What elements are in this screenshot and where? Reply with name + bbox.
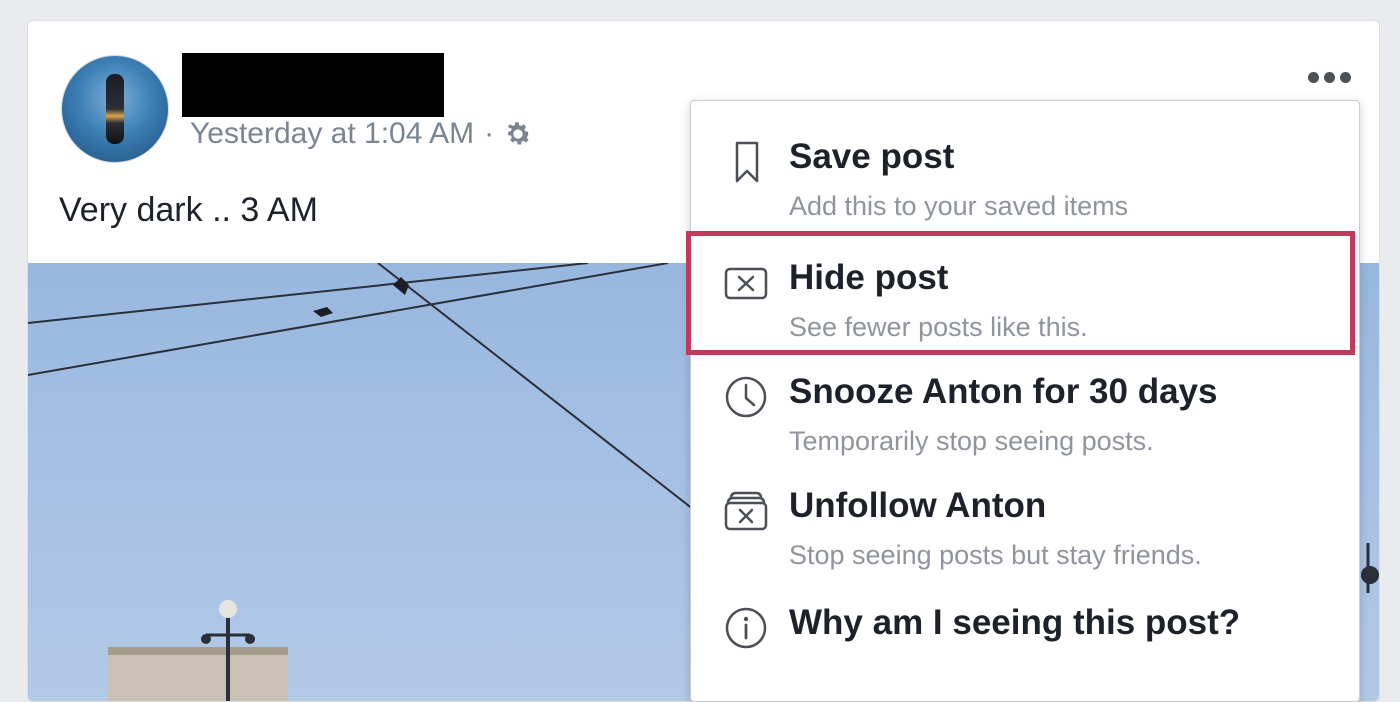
post-meta: Yesterday at 1:04 AM ·	[190, 117, 534, 151]
meta-separator: ·	[484, 117, 495, 150]
menu-item-subtitle: Add this to your saved items	[789, 191, 1129, 221]
avatar[interactable]	[61, 55, 169, 163]
menu-item-why-seeing[interactable]: Why am I seeing this post?	[691, 567, 1359, 677]
avatar-photo	[106, 74, 124, 144]
author-name-redacted	[182, 53, 444, 117]
more-dot-icon	[1323, 71, 1335, 83]
more-dot-icon	[1339, 71, 1351, 83]
clock-icon	[723, 374, 769, 420]
menu-item-title: Unfollow Anton	[789, 486, 1047, 525]
menu-item-unfollow[interactable]: Unfollow Anton Stop seeing posts but sta…	[691, 450, 1359, 570]
menu-item-save-post[interactable]: Save post Add this to your saved items	[691, 101, 1359, 221]
hide-box-icon	[723, 260, 769, 306]
info-icon	[723, 605, 769, 651]
menu-item-title: Snooze Anton for 30 days	[789, 372, 1218, 411]
menu-item-snooze[interactable]: Snooze Anton for 30 days Temporarily sto…	[691, 336, 1359, 456]
menu-item-hide-post[interactable]: Hide post See fewer posts like this.	[691, 222, 1359, 342]
post-options-menu: Save post Add this to your saved items H…	[690, 100, 1360, 702]
post-timestamp[interactable]: Yesterday at 1:04 AM	[190, 117, 474, 151]
bookmark-icon	[723, 139, 769, 185]
more-options-button[interactable]	[1302, 61, 1356, 93]
more-dot-icon	[1307, 71, 1319, 83]
privacy-gear-icon[interactable]	[502, 118, 534, 150]
menu-item-title: Hide post	[789, 258, 949, 297]
menu-item-title: Save post	[789, 137, 955, 176]
menu-item-title: Why am I seeing this post?	[789, 603, 1241, 642]
post-text: Very dark .. 3 AM	[59, 191, 318, 229]
unfollow-stack-icon	[723, 488, 769, 534]
